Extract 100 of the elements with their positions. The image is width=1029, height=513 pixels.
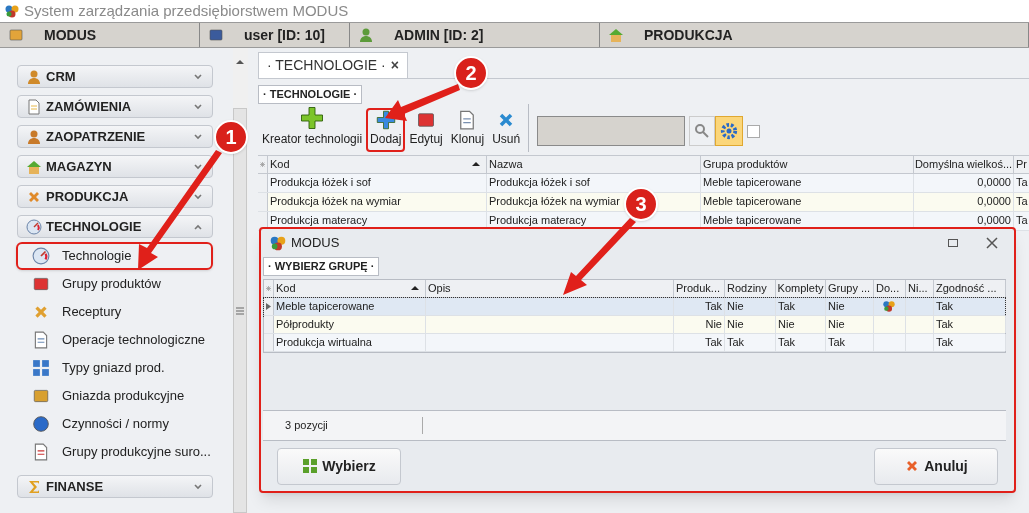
sort-up-icon — [411, 284, 419, 292]
row-pointer-icon — [266, 302, 271, 310]
column-header[interactable]: Produk... — [674, 279, 725, 297]
app-logo-icon — [269, 234, 287, 252]
sidebar-item[interactable]: Receptury — [16, 298, 213, 326]
sidebar-item[interactable]: Operacje technologiczne — [16, 326, 213, 354]
sidebar-group[interactable]: ZAOPATRZENIE — [17, 125, 213, 148]
table-cell-text: Tak — [778, 334, 796, 350]
asterisk-icon — [260, 160, 265, 168]
sidebar-group[interactable]: PRODUKCJA — [17, 185, 213, 208]
column-header[interactable]: Do... — [874, 279, 906, 297]
sidebar-item[interactable]: Typy gniazd prod. — [16, 354, 213, 382]
group-label: ZAOPATRZENIE — [46, 127, 147, 146]
sidebar-group[interactable]: FINANSE — [17, 475, 213, 498]
column-header[interactable]: Pr — [1014, 155, 1029, 173]
checkbox[interactable] — [747, 124, 761, 138]
table-cell: Ta — [1014, 192, 1029, 211]
grip-icon — [236, 306, 245, 315]
sidebar-item[interactable]: Technologie — [16, 242, 213, 270]
search-icon[interactable] — [689, 115, 716, 146]
table-cell-text: Produkcja wirtualna — [276, 334, 372, 350]
sidebar-item[interactable]: Gniazda produkcyjne — [16, 382, 213, 410]
table-cell: Ta — [1014, 173, 1029, 192]
gauge-icon — [32, 247, 50, 265]
table-cell-text: Tak — [936, 316, 954, 332]
group-label: MAGAZYN — [46, 157, 113, 176]
toolbar-button[interactable]: Usuń — [488, 107, 525, 152]
column-header[interactable]: Komplety — [776, 279, 826, 297]
toolbar-button[interactable]: Kreator technologii — [258, 103, 367, 152]
table-cell-text: Meble tapicerowane — [276, 298, 375, 314]
app-logo-icon — [4, 3, 20, 19]
plus-icon — [300, 105, 325, 130]
row-header[interactable] — [264, 297, 274, 315]
column-header[interactable]: Grupy ... — [826, 279, 874, 297]
restore-icon[interactable] — [948, 239, 958, 247]
table-cell: Produkcja łóżek na wymiar — [268, 192, 487, 211]
select-button[interactable]: Wybierz — [277, 447, 401, 485]
table-cell: Ta — [1014, 211, 1029, 230]
sidebar-group[interactable]: TECHNOLOGIE — [17, 215, 213, 238]
table-cell-text: Tak — [704, 298, 722, 314]
house-icon — [26, 158, 42, 175]
column-header[interactable]: Zgodność ... — [934, 279, 1006, 297]
table-cell-text: Półprodukty — [276, 316, 335, 332]
table-cell-text: Nie — [727, 298, 744, 314]
toolbar-button[interactable]: Edytuj — [405, 107, 447, 152]
person-icon — [26, 128, 42, 145]
table-cell: Produkcja łóżek i sof — [268, 173, 487, 192]
status-text: 3 pozycji — [263, 417, 423, 434]
dialog-subtitle: · WYBIERZ GRUPĘ · — [263, 257, 380, 276]
table-cell-text: Nie — [828, 298, 845, 314]
person-icon — [358, 27, 374, 43]
table-cell: Meble tapicerowane — [701, 173, 914, 192]
window-title: System zarządzania przedsiębiorstwem MODUS — [24, 0, 349, 21]
sidebar-group[interactable]: ZAMÓWIENIA — [17, 95, 213, 118]
toolbar-button[interactable]: Klonuj — [446, 107, 489, 152]
table-cell-text: Tak — [704, 334, 722, 350]
column-header[interactable]: Rodziny — [725, 279, 776, 297]
table-cell-text: Nie — [778, 316, 795, 332]
sidebar-group[interactable]: MAGAZYN — [17, 155, 213, 178]
asterisk-icon — [266, 284, 271, 292]
sidebar-group[interactable]: CRM — [17, 65, 213, 88]
sigma-icon — [26, 478, 42, 495]
group-label: CRM — [46, 67, 77, 86]
group-label: TECHNOLOGIE — [46, 217, 143, 236]
table-cell-text: Nie — [828, 316, 845, 332]
sort-up-icon — [472, 160, 480, 168]
close-icon[interactable]: × — [390, 55, 399, 76]
settings-icon[interactable] — [715, 115, 744, 146]
search-field[interactable] — [537, 115, 686, 146]
column-header[interactable]: Ni... — [906, 279, 934, 297]
dialog-title: MODUS — [291, 234, 341, 253]
tab[interactable]: · TECHNOLOGIE · × — [258, 52, 408, 78]
group-label: ZAMÓWIENIA — [46, 97, 133, 116]
column-header[interactable]: Kod — [268, 155, 487, 173]
table-cell-text: Tak — [778, 298, 796, 314]
table-cell-text: Tak — [936, 334, 954, 350]
group-label: PRODUKCJA — [46, 187, 130, 206]
gauge-icon — [26, 218, 42, 235]
sidebar-item[interactable]: Czynności / normy — [16, 410, 213, 438]
table-cell-text: Tak — [727, 334, 745, 350]
table-cell-text: Nie — [727, 316, 744, 332]
column-header[interactable]: Grupa produktów — [701, 155, 914, 173]
document-icon — [32, 331, 50, 349]
header-label: MODUS — [43, 25, 97, 45]
header-label: PRODUKCJA — [643, 25, 733, 45]
close-icon[interactable] — [986, 237, 998, 249]
panel-title: · TECHNOLOGIE · — [258, 85, 363, 104]
column-header[interactable]: Domyślna wielkoś... — [914, 155, 1014, 173]
table-cell-text: Tak — [828, 334, 846, 350]
table-cell: Meble tapicerowane — [701, 192, 914, 211]
cancel-button[interactable]: Anuluj — [874, 447, 998, 485]
column-header[interactable]: Nazwa — [487, 155, 701, 173]
header-label: user [ID: 10] — [243, 25, 325, 45]
column-header[interactable]: Kod — [274, 279, 426, 297]
group-label: FINANSE — [46, 477, 105, 496]
header-label: ADMIN [ID: 2] — [393, 25, 484, 45]
sidebar-item[interactable]: Grupy produktów — [16, 270, 213, 298]
sidebar-item[interactable]: Grupy produkcyjne suro... — [16, 438, 213, 466]
callout-badge: 2 — [454, 56, 488, 90]
table-cell: 0,0000 — [914, 173, 1014, 192]
